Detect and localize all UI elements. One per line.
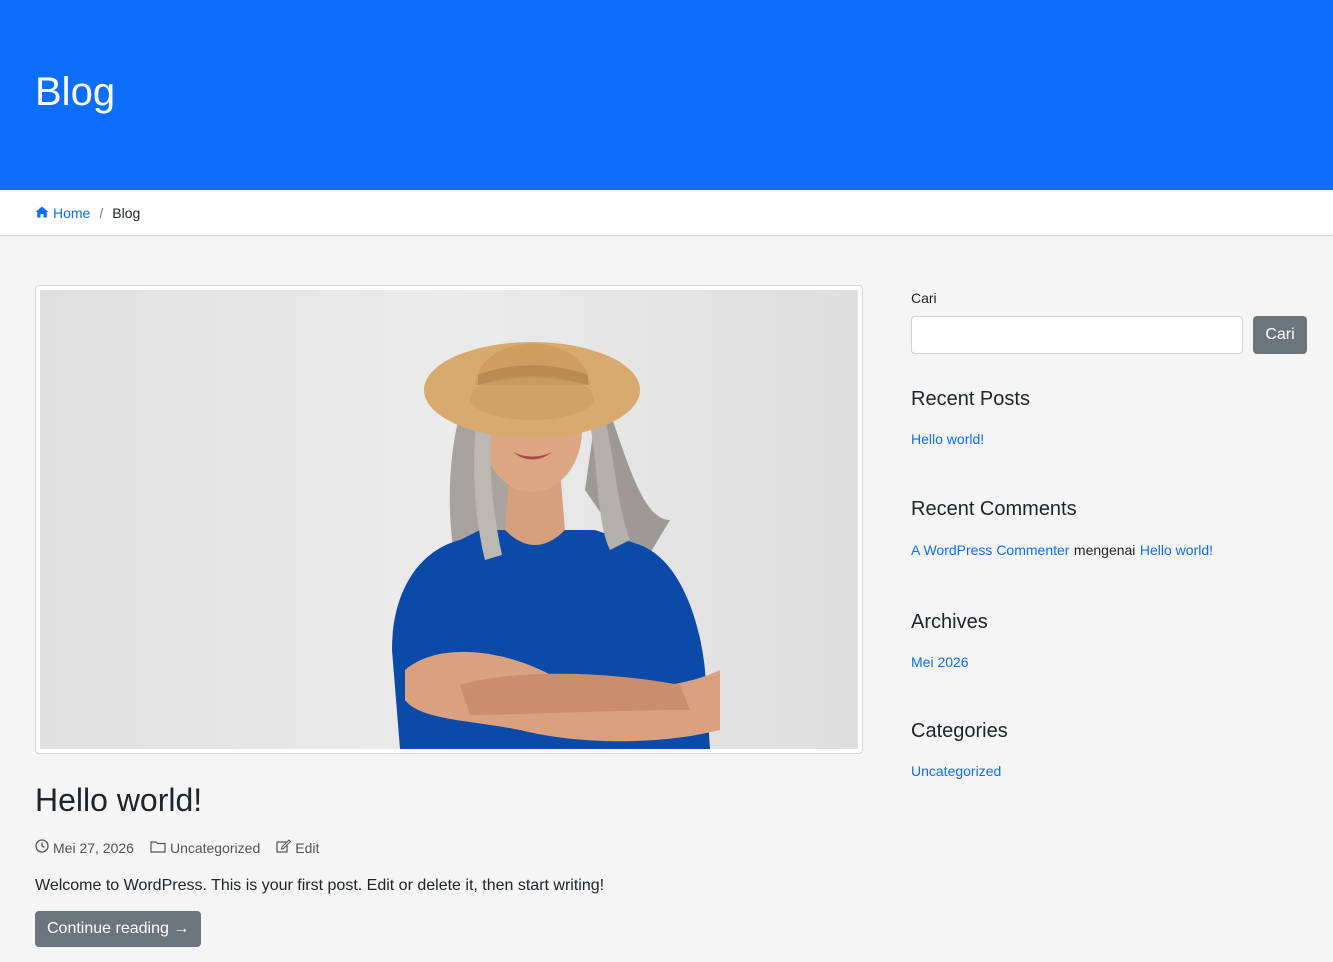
archives-title: Archives <box>911 611 988 633</box>
comment-author-link[interactable]: A WordPress Commenter <box>911 542 1069 558</box>
post-edit: Edit <box>276 839 319 856</box>
post-category: Uncategorized <box>150 840 260 856</box>
recent-posts-widget: Recent Posts Hello world! <box>911 388 1307 449</box>
comment-connector: mengenai <box>1073 542 1136 558</box>
clock-icon <box>35 839 49 856</box>
edit-icon <box>276 839 292 856</box>
recent-comments-title: Recent Comments <box>911 498 1077 520</box>
post-category-link[interactable]: Uncategorized <box>170 840 260 856</box>
recent-post-link[interactable]: Hello world! <box>911 431 984 447</box>
search-label: Cari <box>911 290 937 306</box>
search-input[interactable] <box>911 316 1243 354</box>
post-article: Hello world! Mei 27, 2026 Uncategorized … <box>35 285 863 948</box>
woman-straw-hat-photo <box>40 290 858 749</box>
breadcrumb: Home / Blog <box>0 190 1333 236</box>
search-widget: Cari Cari <box>911 290 1307 354</box>
continue-reading-button[interactable]: Continue reading → <box>35 911 202 948</box>
search-button[interactable]: Cari <box>1253 316 1307 354</box>
breadcrumb-home-link[interactable]: Home <box>35 205 90 221</box>
post-meta: Mei 27, 2026 Uncategorized Edit <box>35 839 863 856</box>
categories-title: Categories <box>911 720 1008 742</box>
page-header: Blog <box>0 0 1333 190</box>
sidebar: Cari Cari Recent Posts Hello world! Rece… <box>911 290 1307 781</box>
post-thumbnail[interactable] <box>35 285 863 754</box>
recent-comments-widget: Recent Comments A WordPress Commenter me… <box>911 498 1307 560</box>
comment-post-link[interactable]: Hello world! <box>1140 542 1213 558</box>
archive-link[interactable]: Mei 2026 <box>911 654 969 670</box>
home-icon <box>35 205 49 221</box>
post-date-link[interactable]: Mei 27, 2026 <box>53 840 134 856</box>
post-title[interactable]: Hello world! <box>35 781 863 819</box>
folder-icon <box>150 840 166 856</box>
breadcrumb-separator: / <box>99 204 104 221</box>
post-excerpt: Welcome to WordPress. This is your first… <box>35 877 605 895</box>
category-link[interactable]: Uncategorized <box>911 763 1001 779</box>
breadcrumb-home-label: Home <box>53 204 91 221</box>
recent-posts-title: Recent Posts <box>911 388 1030 410</box>
post-date: Mei 27, 2026 <box>35 839 134 856</box>
archives-widget: Archives Mei 2026 <box>911 611 1307 672</box>
page-title: Blog <box>35 70 116 114</box>
post-edit-link[interactable]: Edit <box>295 840 319 856</box>
categories-widget: Categories Uncategorized <box>911 720 1307 781</box>
breadcrumb-current: Blog <box>112 204 141 221</box>
